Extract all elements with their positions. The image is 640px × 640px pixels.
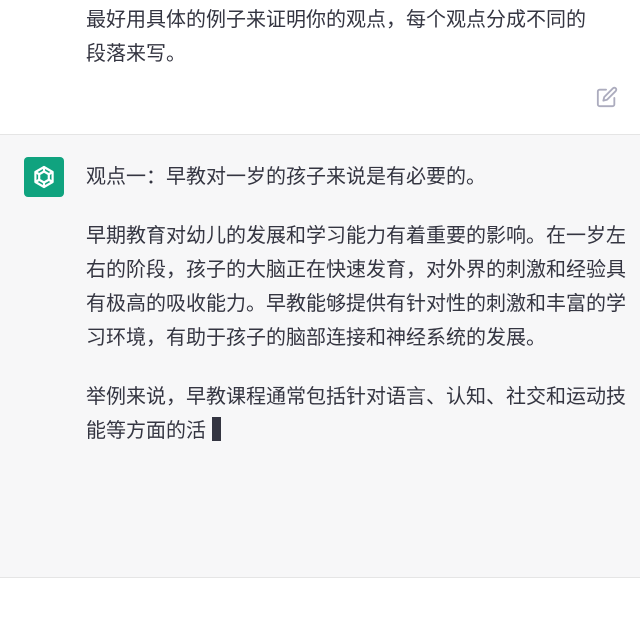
typing-cursor: [212, 417, 221, 441]
assistant-avatar: [24, 157, 64, 197]
openai-logo-icon: [34, 165, 54, 189]
answer-paragraph: 举例来说，早教课程通常包括针对语言、认知、社交和运动技能等方面的活: [86, 379, 626, 447]
answer-heading: 观点一：早教对一岁的孩子来说是有必要的。: [86, 164, 486, 188]
edit-icon: [596, 86, 618, 108]
user-message-text: 最好用具体的例子来证明你的观点，每个观点分成不同的 段落来写。: [86, 7, 586, 65]
assistant-message: 观点一：早教对一岁的孩子来说是有必要的。 早期教育对幼儿的发展和学习能力有着重要…: [0, 135, 640, 578]
bottom-area: [0, 578, 640, 640]
user-message: 最好用具体的例子来证明你的观点，每个观点分成不同的 段落来写。: [0, 0, 640, 135]
answer-paragraph: 早期教育对幼儿的发展和学习能力有着重要的影响。在一岁左右的阶段，孩子的大脑正在快…: [86, 223, 626, 349]
edit-button[interactable]: [596, 86, 618, 108]
assistant-answer: 观点一：早教对一岁的孩子来说是有必要的。 早期教育对幼儿的发展和学习能力有着重要…: [86, 159, 626, 472]
answer-paragraph-text: 举例来说，早教课程通常包括针对语言、认知、社交和运动技能等方面的活: [86, 384, 626, 442]
